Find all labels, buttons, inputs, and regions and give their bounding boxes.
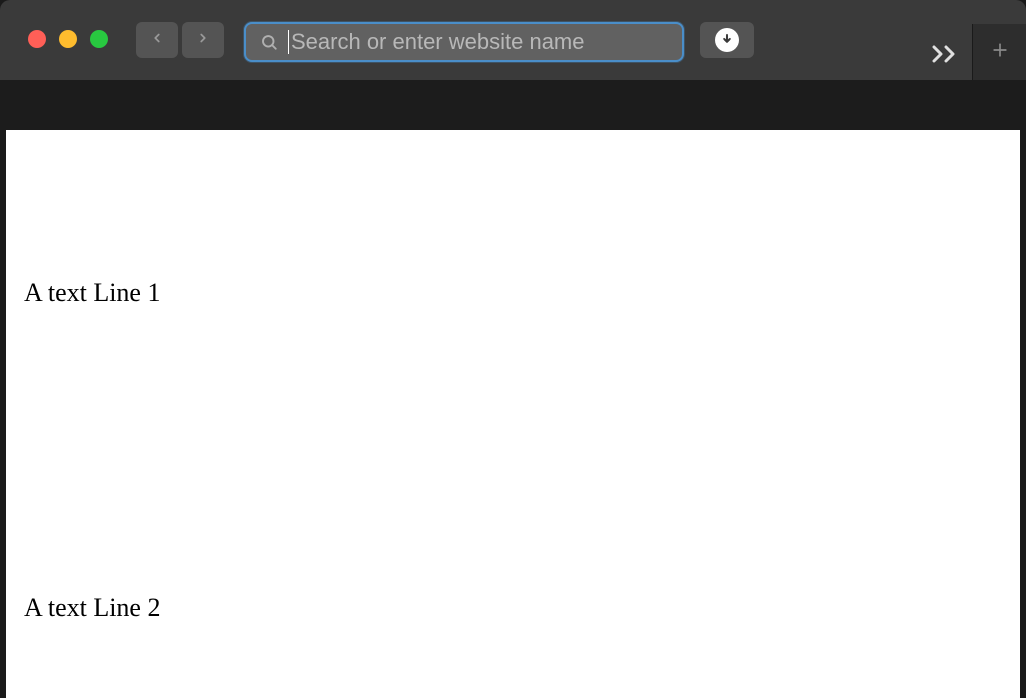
overflow-button[interactable] bbox=[930, 13, 972, 68]
tab-strip bbox=[0, 80, 1026, 130]
minimize-window-button[interactable] bbox=[59, 30, 77, 48]
text-line-1: A text Line 1 bbox=[24, 275, 160, 311]
back-button[interactable] bbox=[136, 22, 178, 58]
download-icon bbox=[715, 28, 739, 52]
overflow-icon bbox=[930, 43, 960, 68]
text-cursor bbox=[288, 30, 289, 54]
downloads-button[interactable] bbox=[700, 22, 754, 58]
forward-button[interactable] bbox=[182, 22, 224, 58]
address-bar[interactable] bbox=[244, 22, 684, 62]
new-tab-button[interactable] bbox=[972, 24, 1026, 80]
search-icon bbox=[260, 33, 278, 51]
chevron-left-icon bbox=[150, 28, 164, 53]
traffic-lights bbox=[28, 22, 108, 48]
address-input[interactable] bbox=[291, 29, 668, 55]
page-content: A text Line 1 A text Line 2 bbox=[6, 130, 1020, 698]
close-window-button[interactable] bbox=[28, 30, 46, 48]
right-controls bbox=[930, 0, 1026, 80]
plus-icon bbox=[990, 40, 1010, 65]
maximize-window-button[interactable] bbox=[90, 30, 108, 48]
navigation-buttons bbox=[136, 22, 224, 58]
text-line-2: A text Line 2 bbox=[24, 590, 160, 626]
chevron-right-icon bbox=[196, 28, 210, 53]
window-toolbar bbox=[0, 0, 1026, 80]
